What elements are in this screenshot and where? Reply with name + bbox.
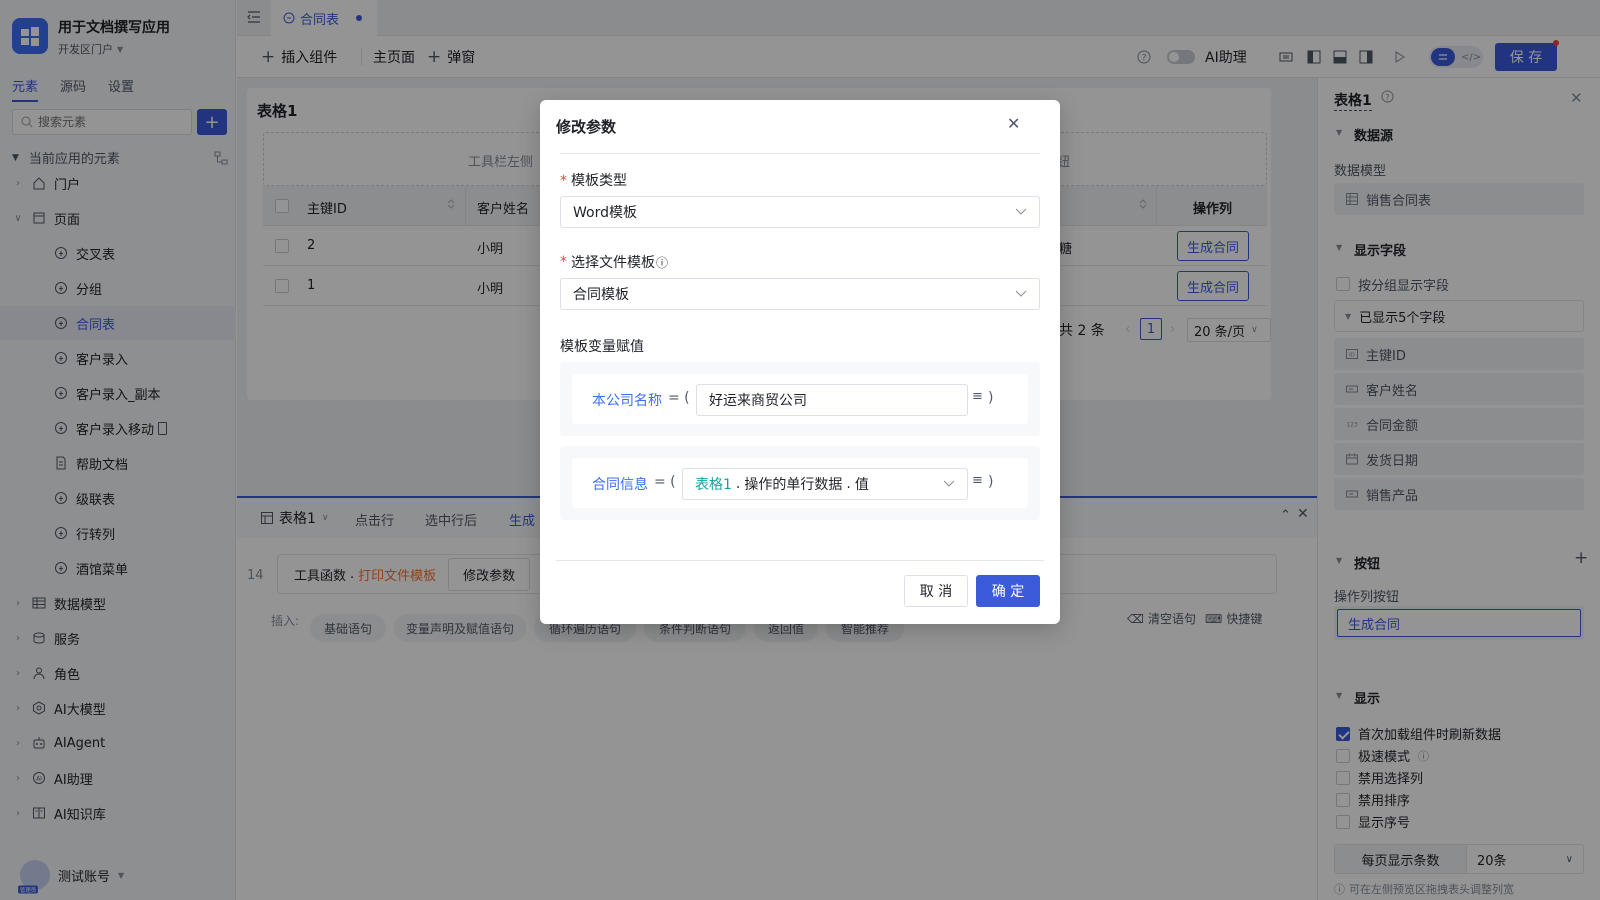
chevron-down-icon [1015,290,1027,298]
var-value: 好运来商贸公司 [709,393,807,409]
chevron-down-icon [943,480,955,488]
var-name: 合同信息 [592,477,648,493]
template-type-select[interactable]: Word模板 [560,196,1040,228]
variable-row: 本公司名称 = ( 好运来商贸公司 ≡ ) [560,362,1040,436]
variable-row-inner: 本公司名称 = ( 好运来商贸公司 ≡ ) [572,374,1028,424]
edit-params-dialog: 修改参数 ✕ * 模板类型 Word模板 * 选择文件模板 ⓘ 合同模板 模板变量赋值… [540,100,1060,624]
var-value-select[interactable]: 表格1 . 操作的单行数据 . 值 [682,468,968,500]
confirm-button[interactable]: 确 定 [976,575,1040,607]
template-type-label: * 模板类型 [560,173,627,189]
file-template-value: 合同模板 [573,287,629,303]
var-name: 本公司名称 [592,393,662,409]
divider [556,560,1044,561]
cancel-button[interactable]: 取 消 [904,575,968,607]
file-template-label: * 选择文件模板 ⓘ [560,254,669,271]
close-icon[interactable]: ✕ [1007,114,1020,133]
var-object: 表格1 [695,477,732,493]
info-icon[interactable]: ⓘ [656,254,668,271]
close-paren: ) [988,474,994,490]
expression-icon[interactable]: ≡ [972,473,983,488]
chevron-down-icon [1015,208,1027,216]
equals-paren: = ( [654,474,676,490]
expression-icon[interactable]: ≡ [972,389,983,404]
variable-row: 合同信息 = ( 表格1 . 操作的单行数据 . 值 ≡ ) [560,446,1040,520]
var-attribute: 操作的单行数据 [744,477,843,493]
template-type-value: Word模板 [573,205,637,221]
divider [560,153,1040,154]
file-template-select[interactable]: 合同模板 [560,278,1040,310]
dot-separator: . [846,476,851,492]
var-value-input[interactable]: 好运来商贸公司 [696,384,968,416]
dialog-title: 修改参数 [556,118,617,136]
variable-row-inner: 合同信息 = ( 表格1 . 操作的单行数据 . 值 ≡ ) [572,458,1028,508]
var-field: 值 [854,477,869,493]
equals-paren: = ( [668,390,690,406]
vars-label: 模板变量赋值 [560,339,644,355]
dot-separator: . [735,476,741,492]
close-paren: ) [988,390,994,406]
